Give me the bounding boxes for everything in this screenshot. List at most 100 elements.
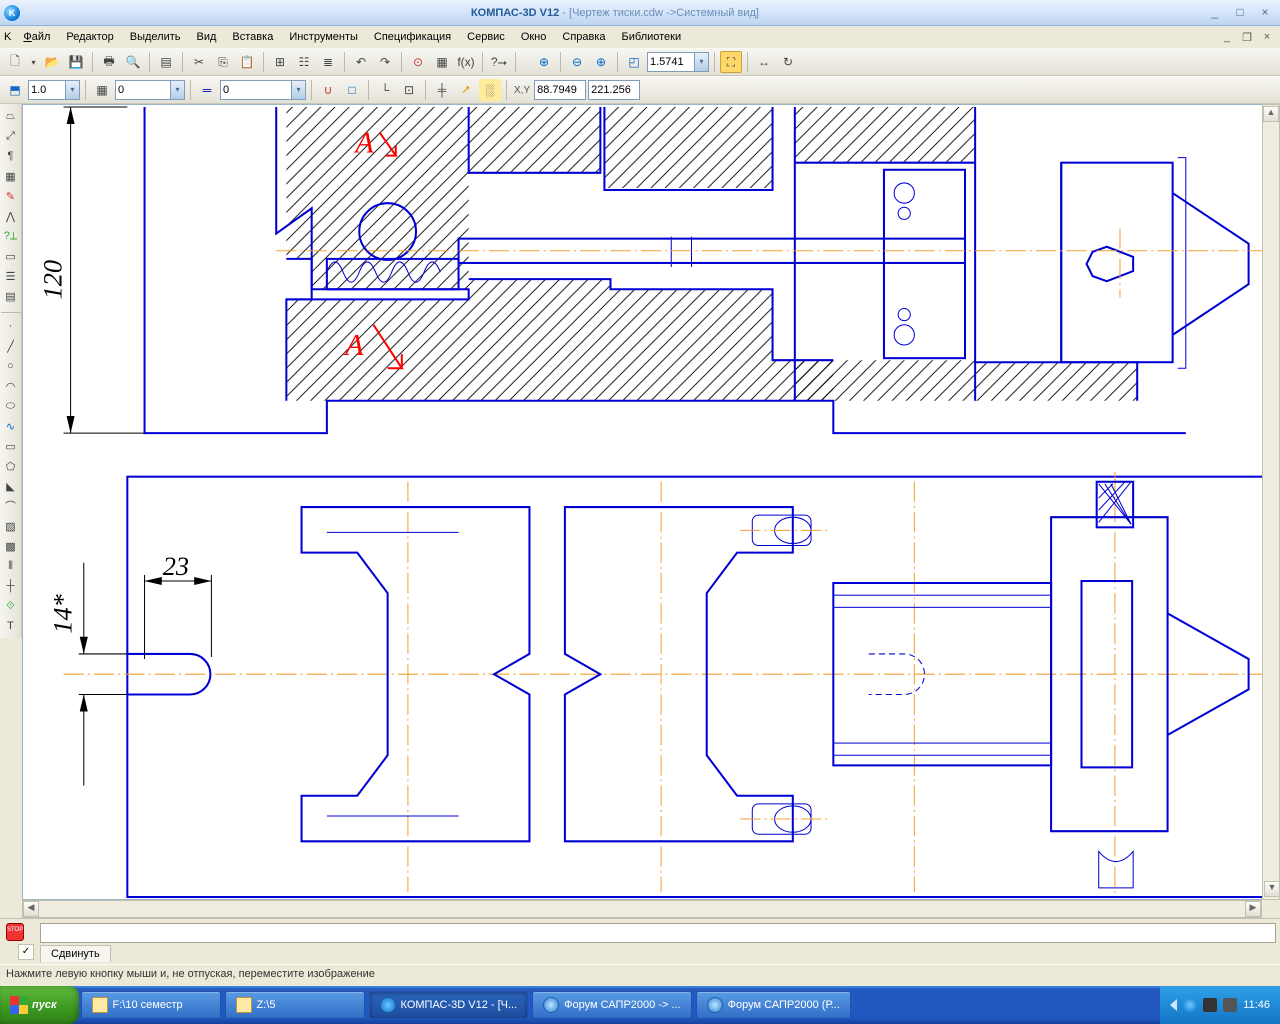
mdi-minimize-button[interactable]: _ [1218,31,1236,44]
scroll-right-icon[interactable]: ▶ [1245,901,1261,917]
maximize-button[interactable]: □ [1229,5,1251,21]
snap-icon[interactable]: □ [341,79,363,101]
zoom-combo[interactable]: ▾ [647,52,709,72]
zoom-all-icon[interactable]: ⛶ [720,51,742,73]
edit-panel-icon[interactable]: ✎ [1,186,21,206]
menu-window[interactable]: Окно [513,29,555,45]
taskbar-item[interactable]: Форум САПР2000 -> ... [532,991,691,1019]
dropdown-icon[interactable]: ▾ [28,51,39,73]
help-icon[interactable]: ?⭢ [488,51,510,73]
mdi-restore-button[interactable]: ❐ [1238,31,1256,44]
equidistant-tool-icon[interactable]: ⫴ [1,556,21,576]
menu-spec[interactable]: Спецификация [366,29,459,45]
preview-icon[interactable]: 🔍 [122,51,144,73]
param-panel-icon[interactable]: ⋀ [1,206,21,226]
copy-icon[interactable]: ⎘ [212,51,234,73]
variables-icon[interactable]: ▦ [431,51,453,73]
linestyle-icon[interactable]: ═ [196,79,218,101]
system-tray[interactable]: 11:46 [1160,986,1280,1024]
line-tool-icon[interactable]: ╱ [1,336,21,356]
properties-icon[interactable]: ☷ [293,51,315,73]
menu-file[interactable]: Файл [15,29,58,45]
region-tool-icon[interactable]: ▩ [1,536,21,556]
tray-kompas-icon[interactable] [1183,998,1197,1012]
ortho-icon[interactable]: └ [374,79,396,101]
rectangle-tool-icon[interactable]: ▭ [1,436,21,456]
ellipse-tool-icon[interactable]: ⬭ [1,396,21,416]
fx-icon[interactable]: f(x) [455,51,477,73]
print-icon[interactable]: 🖶 [98,51,120,73]
arc-tool-icon[interactable]: ◠ [1,376,21,396]
geometry-panel-icon[interactable]: ⏢ [1,106,21,126]
rebuild-icon[interactable]: ↻ [777,51,799,73]
undo-icon[interactable]: ↶ [350,51,372,73]
text-tool-icon[interactable]: T [1,616,21,636]
tray-volume-icon[interactable] [1223,998,1237,1012]
taskbar-item[interactable]: Форум САПР2000 (Р... [696,991,851,1019]
align-icon[interactable]: ⊞ [269,51,291,73]
pan-icon[interactable]: ↔ [753,51,775,73]
new-icon[interactable]: 🗋 [4,51,26,73]
x-coord-field[interactable] [534,80,586,100]
drawing-canvas[interactable]: 120 [22,104,1280,900]
horizontal-scrollbar[interactable]: ◀ ▶ [22,900,1262,918]
zoom-input[interactable] [647,52,695,72]
point-tool-icon[interactable]: · [1,316,21,336]
zoom-smaller-icon[interactable]: ⊖ [566,51,588,73]
layer-combo[interactable]: ▾ [115,80,185,100]
taskbar-item[interactable]: КОМПАС-3D V12 - [Ч... [369,991,529,1019]
scroll-down-icon[interactable]: ▼ [1264,881,1280,897]
dimensions-panel-icon[interactable]: ⤢ [1,126,21,146]
menu-libs[interactable]: Библиотеки [614,29,690,45]
style-combo[interactable]: ▾ [220,80,306,100]
origin-arrow-icon[interactable]: ⭧ [455,79,477,101]
spline-tool-icon[interactable]: ∿ [1,416,21,436]
state-icon[interactable]: ⬒ [4,79,26,101]
round-icon[interactable]: ⊡ [398,79,420,101]
spec-icon[interactable]: ▤ [155,51,177,73]
notation-panel-icon[interactable]: ¶ [1,146,21,166]
taskbar-item[interactable]: F:\10 семестр [81,991,221,1019]
cut-icon[interactable]: ✂ [188,51,210,73]
command-tab-move[interactable]: Сдвинуть [40,945,111,962]
menu-help[interactable]: Справка [554,29,613,45]
circle-tool-icon[interactable]: ○ [1,356,21,376]
menu-select[interactable]: Выделить [122,29,189,45]
manager-icon[interactable]: ≣ [317,51,339,73]
spec-panel-icon[interactable]: ☰ [1,266,21,286]
tray-expand-icon[interactable] [1170,999,1177,1011]
autosave-icon[interactable]: ✓ [18,944,34,960]
fillet-tool-icon[interactable]: ⌒ [1,496,21,516]
y-coord-field[interactable] [588,80,640,100]
project-tool-icon[interactable]: ⟐ [1,596,21,616]
menu-insert[interactable]: Вставка [224,29,281,45]
linewidth-combo[interactable]: ▾ [28,80,80,100]
polygon-tool-icon[interactable]: ⬠ [1,456,21,476]
tray-lang-icon[interactable] [1203,998,1217,1012]
snap-magnet-icon[interactable]: ∪ [317,79,339,101]
hatch-tool-icon[interactable]: ▨ [1,516,21,536]
mdi-close-button[interactable]: × [1258,31,1276,44]
zoom-window-icon[interactable]: ◰ [623,51,645,73]
zoom-larger-icon[interactable]: ⊕ [590,51,612,73]
clock[interactable]: 11:46 [1243,999,1270,1011]
stop-button[interactable]: STOP [4,921,26,943]
minimize-button[interactable]: _ [1204,5,1226,21]
taskbar-item[interactable]: Z:\5 [225,991,365,1019]
scroll-up-icon[interactable]: ▲ [1263,106,1279,122]
redo-icon[interactable]: ↷ [374,51,396,73]
zoom-in-icon[interactable]: ⊕ [533,51,555,73]
build-notation-panel-icon[interactable]: ▦ [1,166,21,186]
save-icon[interactable]: 💾 [65,51,87,73]
select-panel-icon[interactable]: ▭ [1,246,21,266]
open-icon[interactable]: 📂 [41,51,63,73]
menu-edit[interactable]: Редактор [58,29,121,45]
command-input[interactable] [40,923,1276,943]
paste-icon[interactable]: 📋 [236,51,258,73]
layer-icon[interactable]: ▦ [91,79,113,101]
menu-service[interactable]: Сервис [459,29,513,45]
grid-icon[interactable]: ░ [479,79,501,101]
chamfer-tool-icon[interactable]: ◣ [1,476,21,496]
menu-view[interactable]: Вид [189,29,225,45]
vertical-scrollbar[interactable]: ▲ ▼ [1262,104,1280,900]
